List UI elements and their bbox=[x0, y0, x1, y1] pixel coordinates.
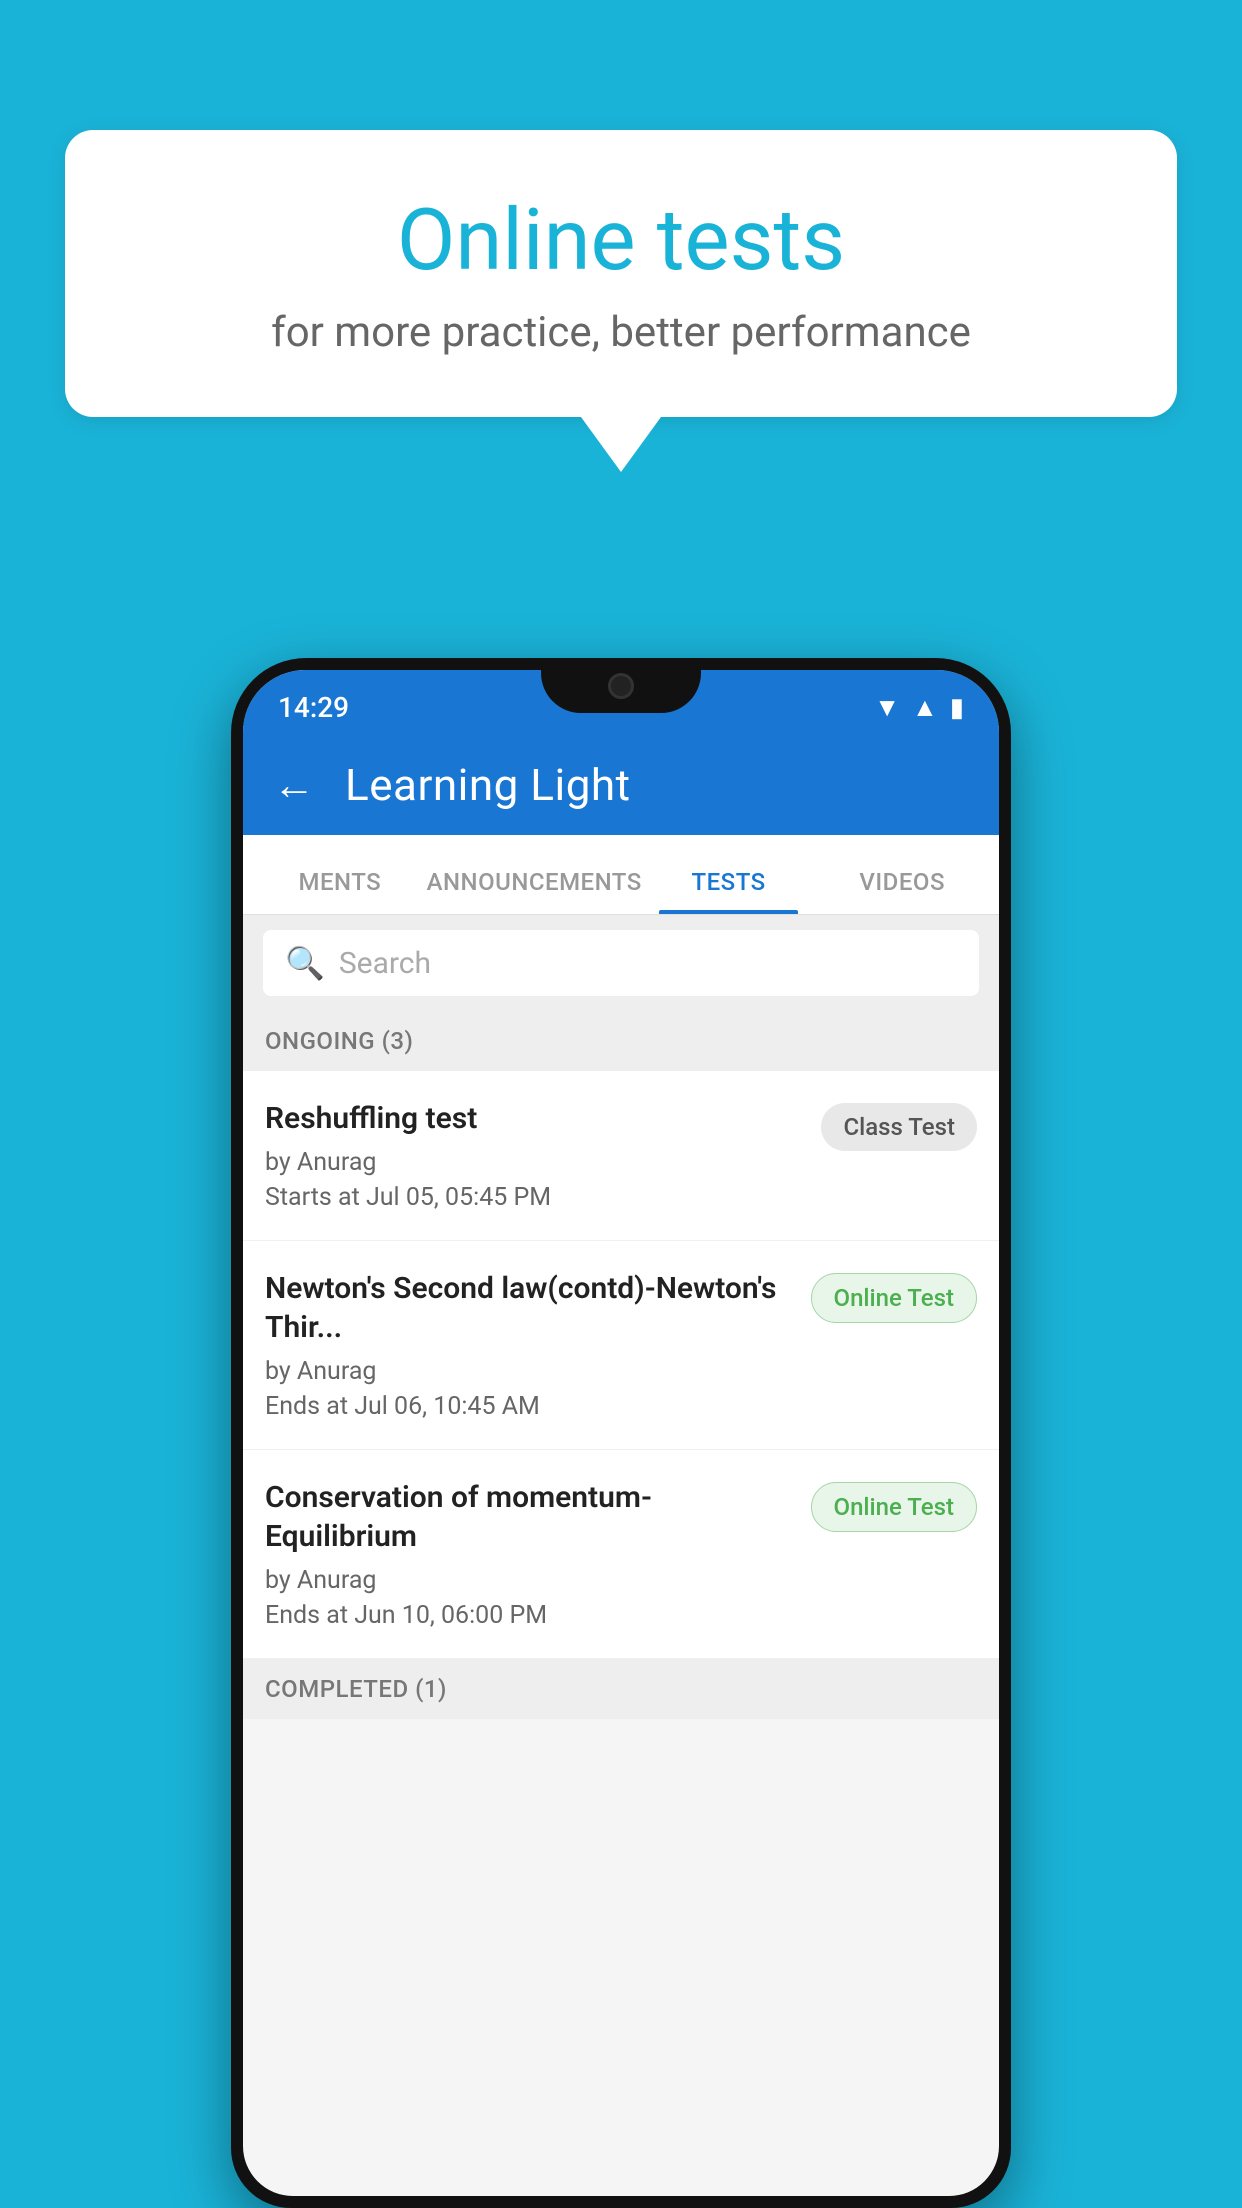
test-badge-online: Online Test bbox=[811, 1273, 977, 1323]
signal-icon: ▲ bbox=[912, 692, 938, 723]
ongoing-section-label: ONGOING (3) bbox=[243, 1011, 999, 1071]
test-author: by Anurag bbox=[265, 1148, 801, 1177]
test-author: by Anurag bbox=[265, 1566, 791, 1595]
test-name: Reshuffling test bbox=[265, 1099, 801, 1138]
test-badge-class: Class Test bbox=[821, 1103, 977, 1151]
test-item-reshuffling[interactable]: Reshuffling test by Anurag Starts at Jul… bbox=[243, 1071, 999, 1241]
status-icons: ▼ ▲ ▮ bbox=[874, 692, 964, 723]
test-badge-online-2: Online Test bbox=[811, 1482, 977, 1532]
status-time: 14:29 bbox=[278, 691, 349, 724]
phone-frame: 14:29 ▼ ▲ ▮ ← Learning Light MENTS ANNOU… bbox=[231, 658, 1011, 2208]
bubble-title: Online tests bbox=[135, 190, 1107, 290]
search-container: 🔍 Search bbox=[243, 915, 999, 1011]
battery-icon: ▮ bbox=[950, 693, 964, 723]
test-date: Ends at Jul 06, 10:45 AM bbox=[265, 1392, 791, 1421]
tab-tests[interactable]: TESTS bbox=[642, 868, 816, 914]
tabs-container: MENTS ANNOUNCEMENTS TESTS VIDEOS bbox=[243, 835, 999, 915]
test-info: Conservation of momentum-Equilibrium by … bbox=[265, 1478, 791, 1630]
search-box[interactable]: 🔍 Search bbox=[263, 930, 979, 996]
test-item-newtons[interactable]: Newton's Second law(contd)-Newton's Thir… bbox=[243, 1241, 999, 1450]
back-button[interactable]: ← bbox=[273, 761, 315, 810]
speech-bubble: Online tests for more practice, better p… bbox=[65, 130, 1177, 417]
test-info: Newton's Second law(contd)-Newton's Thir… bbox=[265, 1269, 791, 1421]
test-item-conservation[interactable]: Conservation of momentum-Equilibrium by … bbox=[243, 1450, 999, 1659]
test-date: Ends at Jun 10, 06:00 PM bbox=[265, 1601, 791, 1630]
speech-bubble-section: Online tests for more practice, better p… bbox=[65, 130, 1177, 472]
tests-list: Reshuffling test by Anurag Starts at Jul… bbox=[243, 1071, 999, 1659]
phone-notch bbox=[541, 658, 701, 713]
bubble-subtitle: for more practice, better performance bbox=[135, 308, 1107, 357]
test-author: by Anurag bbox=[265, 1357, 791, 1386]
tab-ments[interactable]: MENTS bbox=[253, 868, 427, 914]
tab-announcements[interactable]: ANNOUNCEMENTS bbox=[427, 868, 642, 914]
app-title: Learning Light bbox=[345, 759, 631, 811]
completed-section-label: COMPLETED (1) bbox=[243, 1659, 999, 1719]
phone-camera bbox=[608, 673, 634, 699]
search-input[interactable]: Search bbox=[339, 946, 431, 981]
test-name: Conservation of momentum-Equilibrium bbox=[265, 1478, 791, 1556]
test-name: Newton's Second law(contd)-Newton's Thir… bbox=[265, 1269, 791, 1347]
tab-videos[interactable]: VIDEOS bbox=[815, 868, 989, 914]
app-header: ← Learning Light bbox=[243, 735, 999, 835]
test-info: Reshuffling test by Anurag Starts at Jul… bbox=[265, 1099, 801, 1212]
test-date: Starts at Jul 05, 05:45 PM bbox=[265, 1183, 801, 1212]
bubble-tail bbox=[581, 417, 661, 472]
search-icon: 🔍 bbox=[285, 944, 325, 982]
wifi-icon: ▼ bbox=[874, 692, 900, 723]
phone-screen: 14:29 ▼ ▲ ▮ ← Learning Light MENTS ANNOU… bbox=[243, 670, 999, 2196]
